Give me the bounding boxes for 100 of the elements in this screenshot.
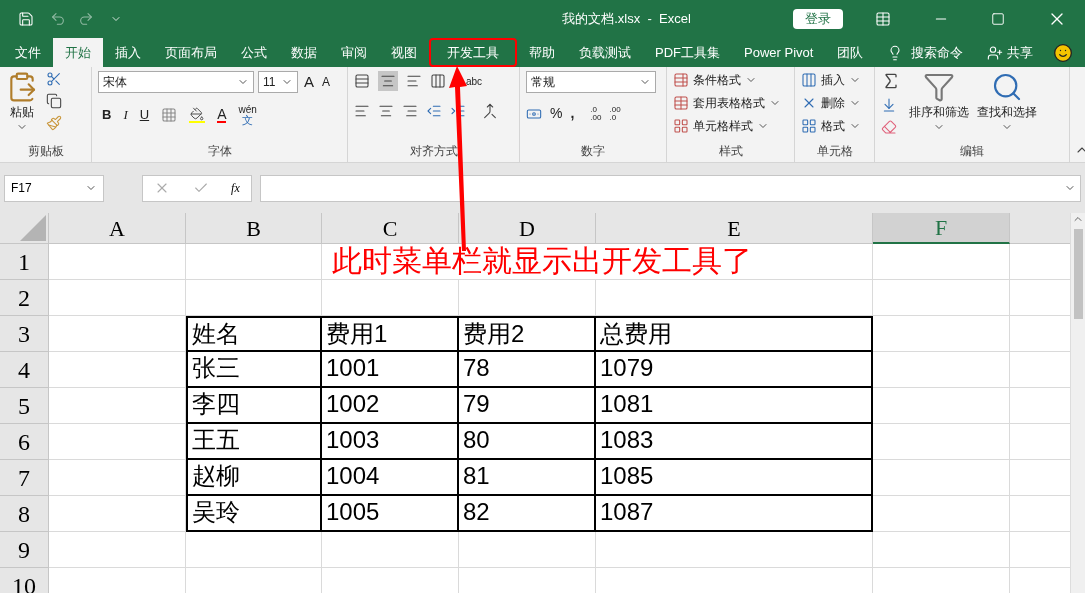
share-button[interactable]: 共享 (1007, 42, 1034, 63)
paste-button[interactable]: 粘贴 (10, 103, 34, 121)
styles-button[interactable]: 条件格式 (693, 71, 741, 89)
font-color-button[interactable]: A (217, 106, 227, 123)
table-cell: 1081 (596, 388, 873, 424)
indent-increase-icon[interactable] (450, 103, 466, 119)
increase-decimal-button[interactable]: .0 .00 (590, 105, 602, 122)
table-cell: 费用1 (322, 316, 459, 352)
login-button[interactable]: 登录 (793, 9, 843, 29)
ribbon-tab[interactable]: 数据 (279, 38, 329, 67)
row-header[interactable]: 6 (0, 424, 49, 460)
italic-button[interactable]: I (123, 104, 128, 125)
ribbon-tab[interactable]: 审阅 (329, 38, 379, 67)
ribbon-tab[interactable]: 视图 (379, 38, 429, 67)
save-icon[interactable] (18, 11, 34, 27)
table-cell: 1001 (322, 352, 459, 388)
style-icon[interactable] (673, 95, 689, 111)
row-header[interactable]: 5 (0, 388, 49, 424)
row-header[interactable]: 10 (0, 568, 49, 593)
ribbon-tab[interactable]: Power Pivot (732, 38, 826, 67)
font-size-field[interactable]: 11 (258, 71, 298, 94)
formula-input[interactable] (260, 174, 1081, 202)
group-label: 剪贴板 (26, 143, 65, 160)
undo-icon[interactable] (50, 11, 66, 27)
row-header[interactable]: 2 (0, 280, 49, 316)
ribbon-tab[interactable]: 开发工具 (429, 38, 517, 67)
percent-button[interactable]: % (550, 103, 563, 124)
ribbon-display-icon[interactable] (875, 11, 891, 27)
find-icon[interactable] (991, 71, 1023, 103)
group-label: 编辑 (959, 143, 985, 160)
ribbon-tab[interactable]: 团队 (825, 38, 876, 67)
cells-button[interactable]: 格式 (821, 117, 845, 135)
row-header[interactable]: 3 (0, 316, 49, 352)
table-cell: 80 (459, 424, 596, 460)
ribbon-tab[interactable]: 插入 (103, 38, 153, 67)
sort-filter-icon[interactable] (923, 71, 955, 103)
insert-function-button[interactable]: fx (231, 179, 240, 197)
bold-button[interactable]: B (102, 104, 112, 125)
style-icon[interactable] (673, 118, 689, 134)
column-header[interactable]: E (596, 213, 873, 244)
ribbon-tab[interactable]: 负载测试 (567, 38, 643, 67)
styles-button[interactable]: 单元格样式 (693, 117, 753, 135)
maximize-icon[interactable] (991, 12, 1005, 26)
table-cell: 赵柳 (186, 460, 322, 496)
fill-color-icon[interactable] (189, 106, 206, 123)
table-cell: 79 (459, 388, 596, 424)
border-icon[interactable] (161, 106, 178, 123)
row-header[interactable]: 4 (0, 352, 49, 388)
row-header[interactable]: 7 (0, 460, 49, 496)
column-header[interactable]: C (322, 213, 459, 244)
sort-filter-button[interactable]: 排序和筛选 (909, 103, 969, 121)
table-cell: 1087 (596, 496, 873, 532)
column-header[interactable]: B (186, 213, 322, 244)
style-icon[interactable] (673, 72, 689, 88)
wrap-text-button[interactable]: abc (466, 73, 483, 89)
ribbon-tab[interactable]: 页面布局 (153, 38, 229, 67)
fill-icon[interactable] (881, 97, 897, 113)
row-header[interactable]: 8 (0, 496, 49, 532)
column-header[interactable]: F (873, 213, 1010, 244)
scrollbar-thumb[interactable] (1073, 229, 1083, 319)
redo-icon[interactable] (78, 11, 94, 27)
shrink-font-button[interactable]: A (320, 73, 333, 92)
decrease-decimal-button[interactable]: .00 .0 (609, 105, 621, 122)
grow-font-button[interactable]: A (302, 71, 316, 94)
align-left-icon[interactable] (354, 103, 370, 119)
group-label: 单元格 (815, 143, 854, 160)
styles-button[interactable]: 套用表格格式 (693, 94, 765, 112)
brush-icon[interactable] (46, 115, 62, 131)
phonetic-char[interactable]: 文 (242, 114, 254, 126)
phonetic-label[interactable]: wén (238, 103, 257, 115)
table-cell: 1083 (596, 424, 873, 460)
cells-button[interactable]: 删除 (821, 94, 845, 112)
merge-icon[interactable] (482, 103, 498, 119)
comma-button[interactable]: , (570, 103, 575, 124)
ribbon-tab[interactable]: PDF工具集 (643, 38, 732, 67)
ribbon-tab[interactable]: 文件 (3, 38, 53, 67)
underline-button[interactable]: U (139, 104, 150, 125)
row-header[interactable]: 1 (0, 244, 49, 280)
font-name-field[interactable]: 宋体 (98, 71, 254, 94)
align-middle-icon[interactable] (380, 73, 396, 89)
scissors-icon[interactable] (46, 71, 62, 87)
cells-button[interactable]: 插入 (821, 71, 845, 89)
eraser-icon[interactable] (881, 119, 897, 135)
search-command[interactable]: 搜索命令 (911, 42, 964, 63)
ribbon-tab[interactable]: 开始 (53, 38, 103, 67)
ribbon-tab[interactable]: 公式 (229, 38, 279, 67)
smiley-icon[interactable] (1053, 42, 1073, 63)
ribbon-tab[interactable]: 帮助 (517, 38, 567, 67)
copy-icon[interactable] (46, 93, 62, 109)
row-header[interactable]: 9 (0, 532, 49, 568)
align-right-icon[interactable] (402, 103, 418, 119)
share-icon[interactable] (987, 44, 1004, 61)
column-header[interactable]: A (49, 213, 186, 244)
name-box[interactable]: F17 (4, 174, 104, 202)
number-format-field[interactable]: 常规 (526, 71, 656, 93)
find-select-button[interactable]: 查找和选择 (977, 103, 1037, 121)
indent-decrease-icon[interactable] (426, 103, 442, 119)
align-center-icon[interactable] (378, 103, 394, 119)
align-bottom-icon[interactable] (406, 73, 422, 89)
vertical-scrollbar[interactable] (1070, 213, 1085, 593)
